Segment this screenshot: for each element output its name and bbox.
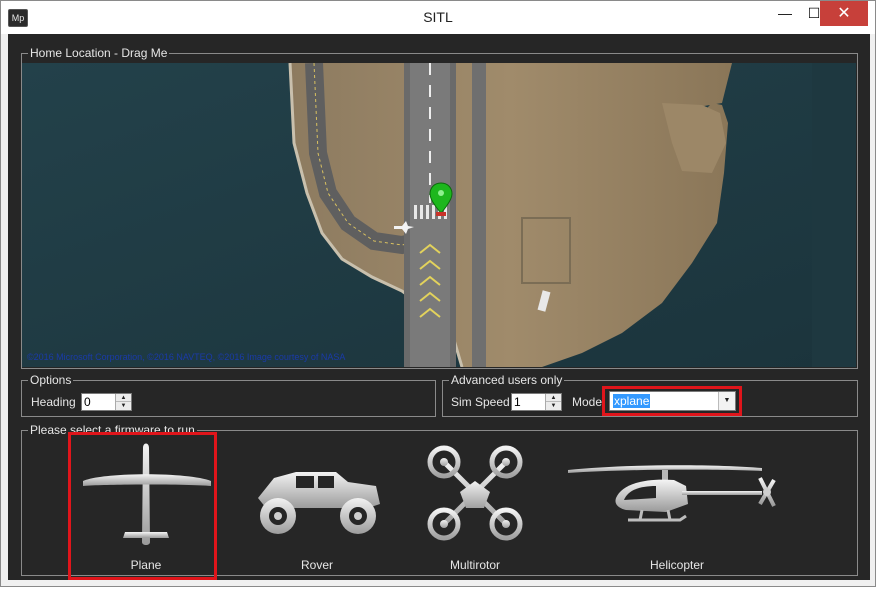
heading-stepper[interactable]: ▲ ▼ [81,393,132,411]
options-legend: Options [28,373,74,387]
home-location-marker[interactable] [429,182,451,216]
helicopter-icon [568,465,776,522]
home-location-legend: Home Location - Drag Me [28,46,170,60]
firmware-plane-button[interactable]: Plane [73,434,219,574]
satellite-map[interactable]: ©2016 Microsoft Corporation, ©2016 NAVTE… [22,63,856,367]
heading-label: Heading [31,395,76,409]
sitl-window: Mp SITL — ☐ ✕ Home Location - Drag Me ©2… [0,0,876,587]
rover-icon [258,472,380,534]
heading-input[interactable] [84,394,114,410]
stepper-down-icon[interactable]: ▼ [116,402,131,410]
firmware-plane-label: Plane [130,558,162,572]
firmware-rover-button[interactable]: Rover [244,434,390,574]
firmware-helicopter-label: Helicopter [649,558,705,572]
window-title: SITL [423,9,453,25]
heading-stepper-arrows[interactable]: ▲ ▼ [115,394,131,410]
client-area: Home Location - Drag Me ©2016 Microsoft … [8,34,870,580]
map-copyright: ©2016 Microsoft Corporation, ©2016 NAVTE… [27,352,346,362]
chevron-down-icon[interactable]: ▼ [718,392,735,410]
firmware-helicopter-button[interactable]: Helicopter [564,434,790,574]
title-bar[interactable]: Mp SITL — ☐ ✕ [1,1,875,34]
firmware-multirotor-label: Multirotor [449,558,500,572]
sim-speed-stepper-arrows[interactable]: ▲ ▼ [545,394,561,410]
multirotor-icon [427,445,523,541]
model-select-value: xplane [613,394,651,408]
firmware-rover-label: Rover [300,558,333,572]
stepper-down-icon[interactable]: ▼ [546,402,561,410]
sim-speed-stepper[interactable]: ▲ ▼ [511,393,562,411]
stepper-up-icon[interactable]: ▲ [546,394,561,402]
model-label: Model [572,395,605,409]
model-select[interactable]: xplane ▼ [609,391,736,411]
stepper-up-icon[interactable]: ▲ [116,394,131,402]
sim-speed-label: Sim Speed [451,395,510,409]
close-button[interactable]: ✕ [820,1,868,26]
advanced-legend: Advanced users only [449,373,565,387]
firmware-multirotor-button[interactable]: Multirotor [402,434,548,574]
sim-speed-input[interactable] [514,394,544,410]
plane-icon [83,443,211,545]
